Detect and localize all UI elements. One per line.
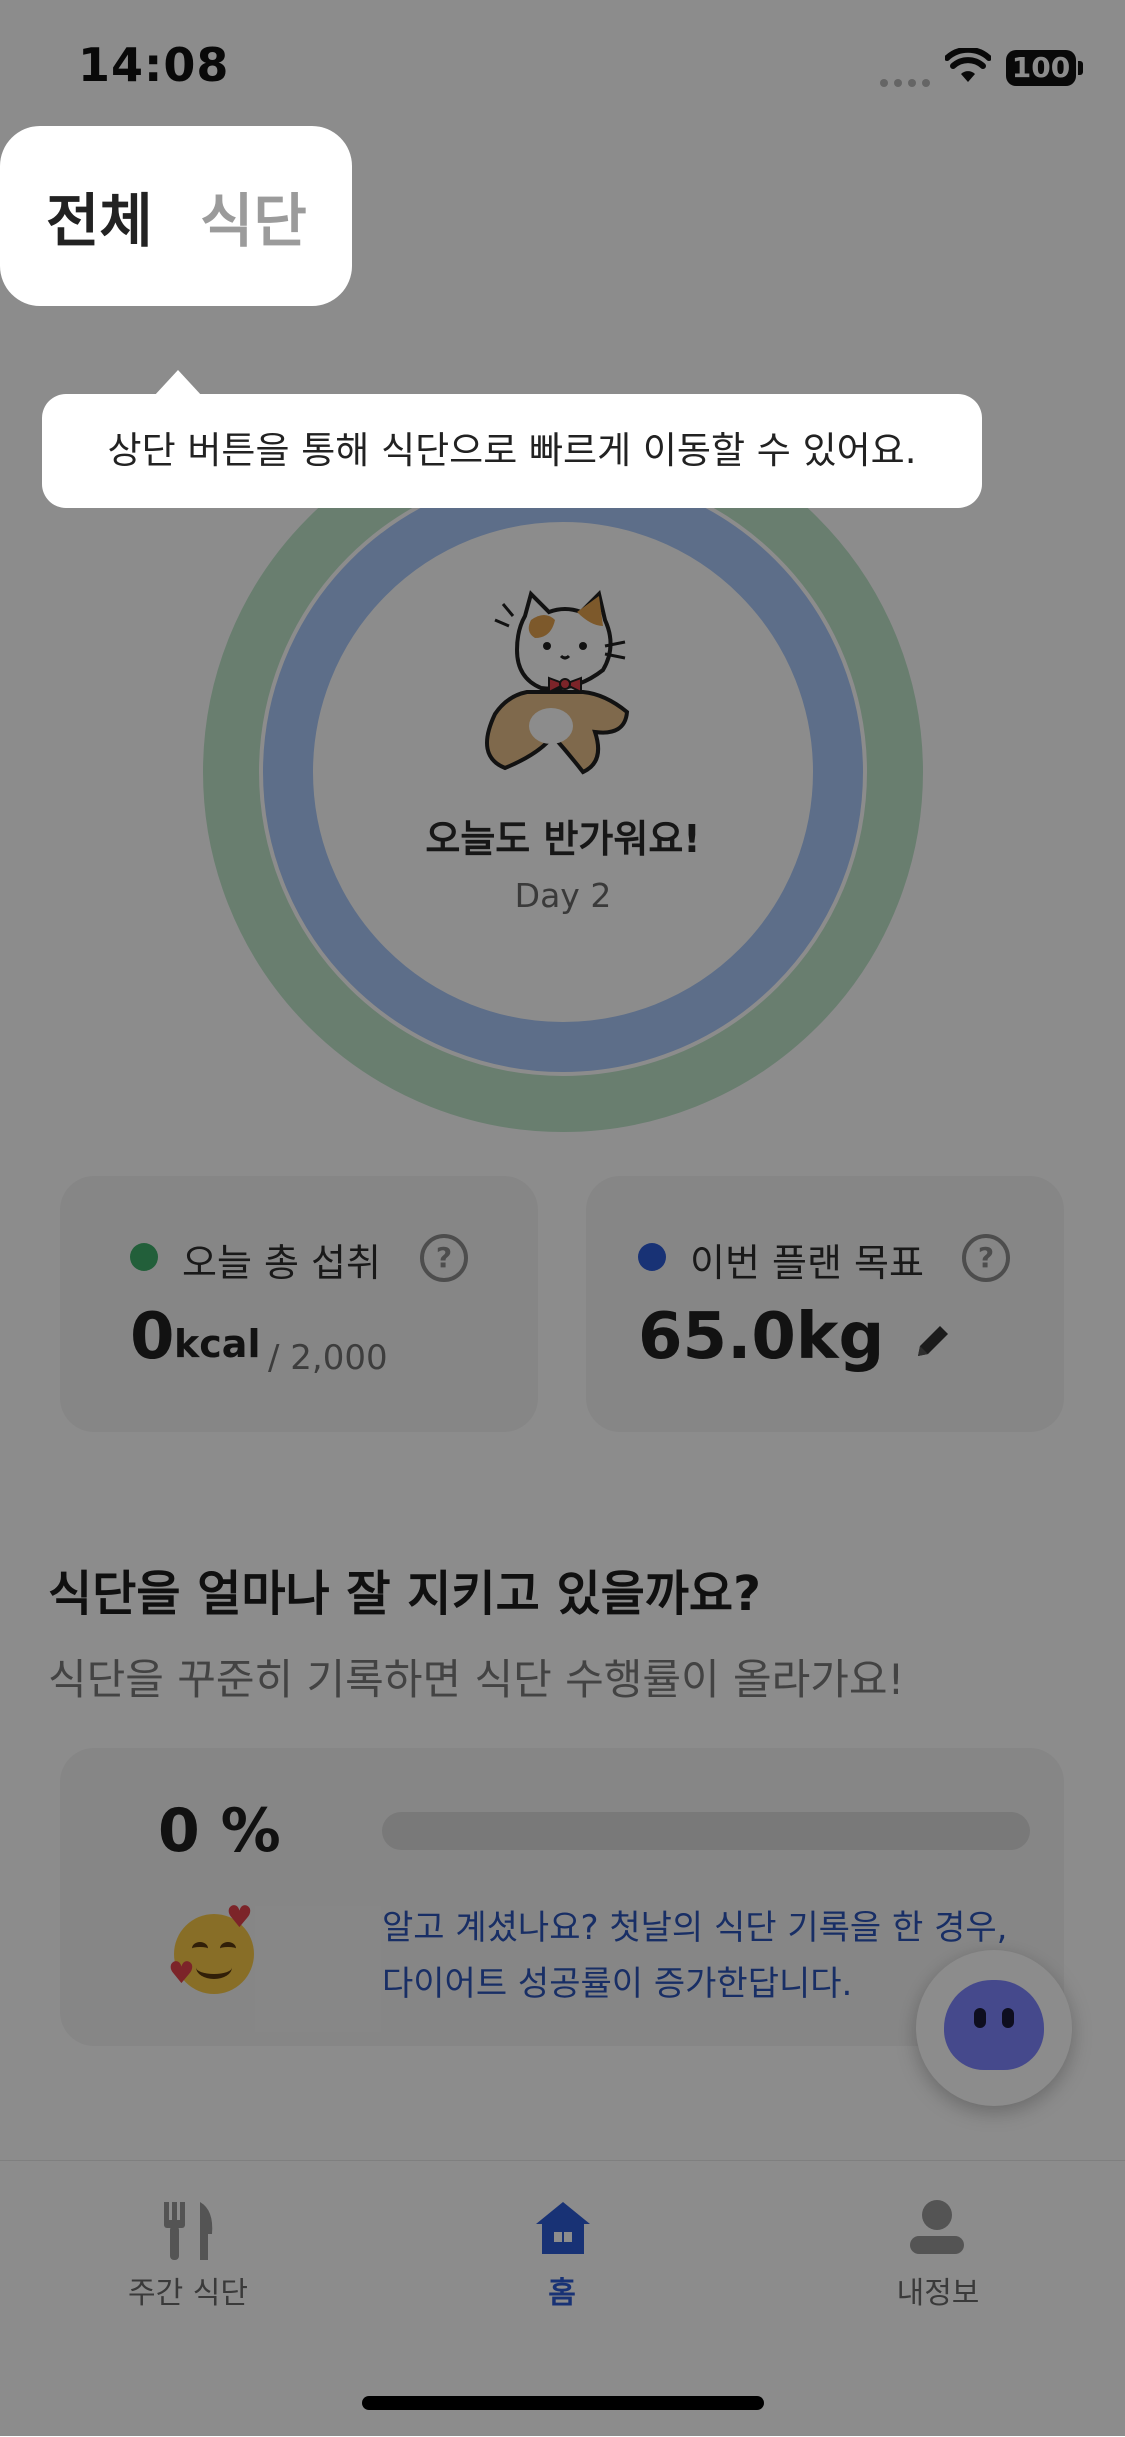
tooltip-text: 상단 버튼을 통해 식단으로 빠르게 이동할 수 있어요. (107, 429, 917, 472)
tab-all[interactable]: 전체 (46, 174, 153, 258)
dim-overlay[interactable] (0, 0, 1125, 2436)
tab-meal[interactable]: 식단 (200, 174, 307, 258)
tooltip-arrow (154, 370, 202, 396)
